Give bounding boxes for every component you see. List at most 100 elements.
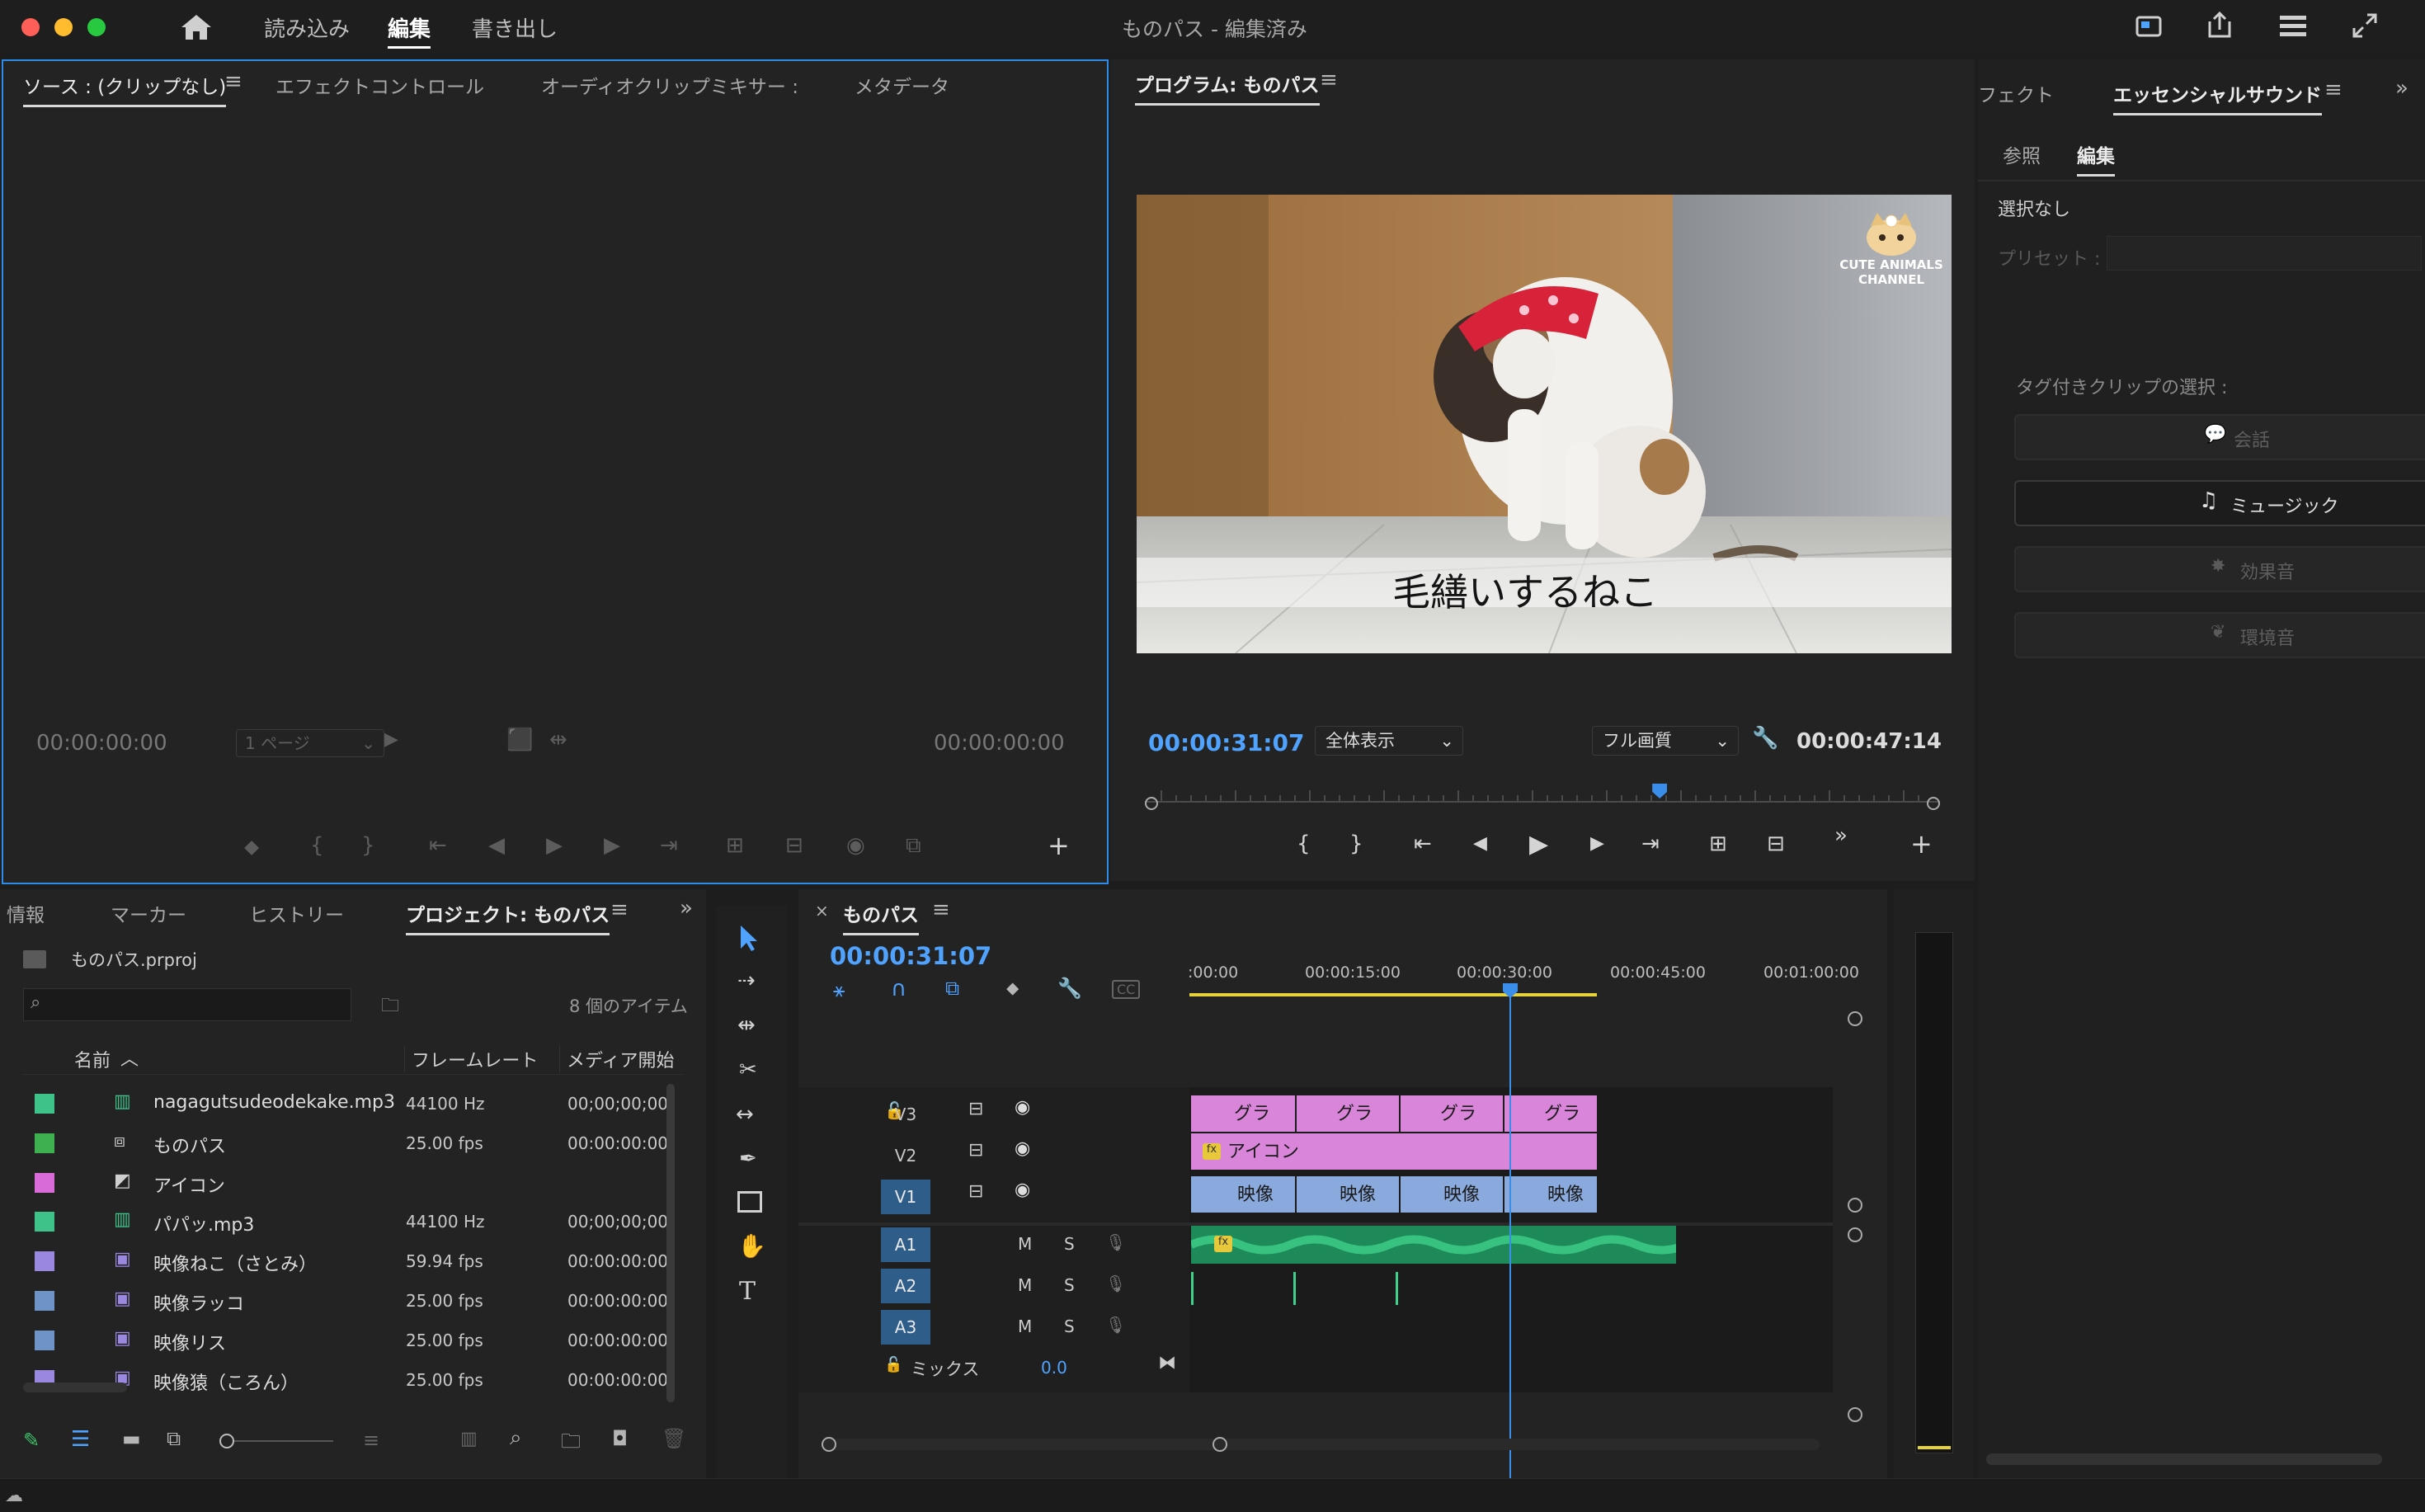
panel-menu-icon[interactable]: ≡: [224, 69, 242, 94]
hand-tool-icon[interactable]: ✋: [737, 1232, 766, 1260]
track-select-tool-icon[interactable]: ⇢: [737, 968, 756, 993]
horizontal-zoom-scrollbar[interactable]: [822, 1437, 1820, 1452]
label-color-swatch[interactable]: [35, 1291, 54, 1311]
program-title[interactable]: プログラム: ものパス: [1135, 69, 1320, 106]
preset-select[interactable]: [2107, 236, 2422, 271]
timeline-playhead[interactable]: [1509, 987, 1511, 1498]
work-area-bar[interactable]: [1189, 993, 1597, 996]
list-item[interactable]: ▣ 映像猿（ころん） 25.00 fps 00:00:00:00: [23, 1360, 683, 1399]
vertical-zoom-handle[interactable]: [1848, 1198, 1862, 1213]
play-icon[interactable]: ▶: [1529, 830, 1548, 859]
music-button[interactable]: ♫ ミュージック: [2014, 480, 2425, 526]
type-tool-icon[interactable]: T: [739, 1277, 756, 1306]
eye-icon[interactable]: ◉: [1015, 1097, 1030, 1118]
column-framerate[interactable]: フレームレート: [404, 1046, 538, 1072]
workspaces-icon[interactable]: [2278, 13, 2308, 38]
v3-graphic-clip[interactable]: グラ: [1504, 1095, 1597, 1132]
overwrite-icon[interactable]: ⊟: [785, 833, 803, 858]
v3-graphic-clip[interactable]: グラ: [1191, 1095, 1295, 1132]
panel-menu-icon[interactable]: ≡: [1320, 68, 1338, 92]
toggle-sync-icon[interactable]: ⊟: [968, 1140, 983, 1161]
add-marker-icon[interactable]: ⬥: [244, 835, 259, 860]
safe-margins-icon[interactable]: ⬛: [506, 728, 533, 752]
go-to-in-icon[interactable]: ⇤: [429, 833, 447, 858]
track-label-v2[interactable]: V2: [881, 1138, 930, 1173]
timeline-settings-icon[interactable]: 🔧: [1057, 977, 1082, 1000]
tab-source[interactable]: ソース : (クリップなし): [23, 71, 227, 107]
go-to-in-icon[interactable]: ⇤: [1414, 831, 1432, 856]
trash-icon[interactable]: 🗑: [662, 1427, 686, 1450]
lift-icon[interactable]: ⊞: [1709, 831, 1727, 856]
quality-select[interactable]: フル画質 ⌄: [1592, 726, 1739, 756]
minimize-window-button[interactable]: [54, 18, 73, 36]
eye-icon[interactable]: ◉: [1015, 1138, 1030, 1159]
track-label-a3[interactable]: A3: [881, 1310, 930, 1345]
label-color-swatch[interactable]: [35, 1094, 54, 1114]
icon-view-icon[interactable]: ▬: [122, 1427, 141, 1450]
vertical-zoom-handle[interactable]: [1848, 1011, 1862, 1026]
ambience-button[interactable]: ❦ 環境音: [2014, 612, 2425, 658]
v2-icon-clip[interactable]: fx アイコン: [1191, 1133, 1597, 1170]
sfx-button[interactable]: ✸ 効果音: [2014, 546, 2425, 592]
sort-ascending-icon[interactable]: ︿: [120, 1044, 139, 1071]
pen-tool-icon[interactable]: ✒: [739, 1147, 757, 1171]
label-color-swatch[interactable]: [35, 1172, 54, 1193]
add-button-icon[interactable]: +: [1048, 830, 1070, 861]
ripple-edit-tool-icon[interactable]: ⇹: [737, 1013, 756, 1038]
zoom-slider[interactable]: [219, 1434, 333, 1448]
mark-in-icon[interactable]: {: [310, 833, 324, 858]
slip-tool-icon[interactable]: ↔: [736, 1102, 754, 1127]
label-color-swatch[interactable]: [35, 1330, 54, 1350]
play-arrow-icon[interactable]: ▶: [384, 729, 398, 750]
creative-cloud-icon[interactable]: ☁: [5, 1486, 23, 1506]
tab-effects[interactable]: フェクト: [1978, 79, 2054, 107]
panel-menu-icon[interactable]: ≡: [2324, 78, 2343, 102]
list-item[interactable]: ◩ アイコン: [23, 1163, 683, 1202]
tab-info[interactable]: 情報: [7, 899, 45, 927]
insert-edit-icon[interactable]: ⇹: [549, 728, 567, 752]
tab-markers[interactable]: マーカー: [111, 899, 186, 927]
compare-icon[interactable]: ⧉: [906, 833, 921, 859]
mute-button[interactable]: M: [1018, 1317, 1032, 1336]
panel-menu-icon[interactable]: ≡: [932, 897, 950, 922]
zoom-handle-right[interactable]: [1212, 1437, 1227, 1452]
mute-button[interactable]: M: [1018, 1234, 1032, 1254]
list-view-icon[interactable]: ☰: [71, 1427, 90, 1452]
quick-export-icon[interactable]: [2135, 13, 2163, 40]
tab-history[interactable]: ヒストリー: [249, 899, 344, 927]
track-label-a1[interactable]: A1: [881, 1227, 930, 1262]
list-item[interactable]: ▣ 映像ラッコ 25.00 fps 00:00:00:00: [23, 1281, 683, 1320]
search-input[interactable]: ⌕: [23, 988, 351, 1021]
mix-value[interactable]: 0.0: [1041, 1358, 1067, 1378]
tab-metadata[interactable]: メタデータ: [855, 71, 949, 99]
horizontal-scrollbar[interactable]: [1986, 1453, 2382, 1465]
voiceover-mic-icon[interactable]: 🎙: [1105, 1274, 1126, 1293]
zoom-handle-left[interactable]: [822, 1437, 836, 1452]
subtab-browse[interactable]: 参照: [2003, 140, 2041, 168]
share-icon[interactable]: [2206, 10, 2234, 40]
add-marker-icon[interactable]: ⬥: [1006, 978, 1019, 999]
zoom-select[interactable]: 全体表示 ⌄: [1315, 726, 1463, 756]
go-to-out-icon[interactable]: ⇥: [1641, 831, 1660, 856]
v1-video-clip[interactable]: 映像: [1191, 1176, 1295, 1213]
nest-icon[interactable]: ⚹: [833, 978, 845, 1001]
list-item[interactable]: ⧈ ものパス 25.00 fps 00:00:00:00: [23, 1123, 683, 1162]
extract-icon[interactable]: ⊟: [1767, 831, 1785, 856]
zoom-slider-handle[interactable]: [219, 1434, 234, 1448]
list-item[interactable]: ▣ 映像ねこ（さとみ） 59.94 fps 00:00:00:00: [23, 1241, 683, 1280]
voiceover-mic-icon[interactable]: 🎙: [1105, 1315, 1126, 1335]
nav-edit[interactable]: 編集: [388, 12, 431, 49]
mix-collapse-icon[interactable]: ⧓: [1158, 1353, 1176, 1373]
step-back-icon[interactable]: ◀: [488, 833, 505, 858]
sort-icon[interactable]: ≡: [363, 1429, 379, 1452]
settings-wrench-icon[interactable]: 🔧: [1752, 726, 1778, 751]
lock-icon[interactable]: 🔓: [884, 1356, 902, 1373]
linked-selection-icon[interactable]: ⧉: [945, 977, 959, 1000]
list-item[interactable]: ▣ 映像リス 25.00 fps 00:00:00:00: [23, 1321, 683, 1359]
close-sequence-icon[interactable]: ×: [815, 901, 829, 921]
selection-tool-icon[interactable]: [736, 924, 760, 952]
track-label-a2[interactable]: A2: [881, 1269, 930, 1303]
dialogue-button[interactable]: 💬 会話: [2014, 414, 2425, 460]
eye-icon[interactable]: ◉: [1015, 1180, 1030, 1200]
label-color-swatch[interactable]: [35, 1212, 54, 1232]
